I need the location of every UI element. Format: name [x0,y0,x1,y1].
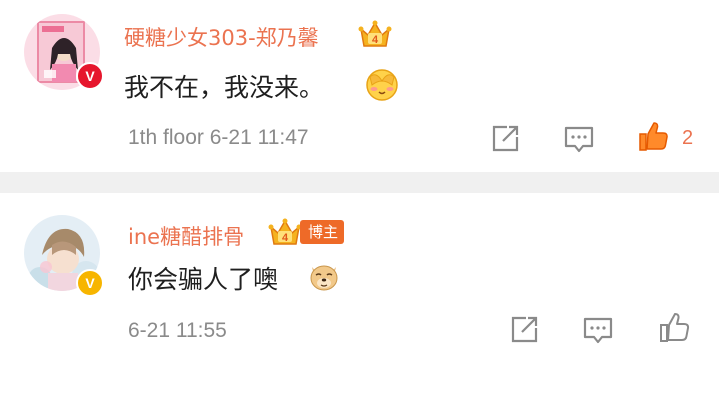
comment-item: V 硬糖少女303-郑乃馨 4 我不在，我没来。 1th floor 6-21 … [0,0,719,172]
doge-emoji-icon [310,265,338,291]
comment-text: 你会骗人了噢 [128,265,279,294]
comment-meta: 1th floor 6-21 11:47 [128,126,309,149]
repost-icon[interactable] [489,123,521,155]
like-count: 2 [682,127,694,149]
comment-text: 我不在，我没来。 [124,73,325,102]
like-icon[interactable] [658,312,690,344]
comment-separator [0,172,719,193]
username[interactable]: ine糖醋排骨 [128,221,244,251]
svg-text:4: 4 [372,34,379,46]
shy-emoji-icon [366,69,398,101]
repost-icon[interactable] [508,314,540,346]
like-icon[interactable] [637,121,669,153]
crown-badge-icon: 4 [358,20,392,47]
username[interactable]: 硬糖少女303-郑乃馨 [124,22,319,52]
blogger-tag: 博主 [300,220,345,244]
verified-badge-icon: V [76,269,104,297]
comment-meta: 6-21 11:55 [128,319,227,342]
verified-badge-icon: V [76,62,104,90]
comment-item: V ine糖醋排骨 4 博主 你会骗人了噢 6-21 11:55 [0,193,719,402]
crown-badge-icon: 4 [268,218,302,245]
reply-icon[interactable] [563,124,595,156]
svg-text:4: 4 [282,232,289,244]
reply-icon[interactable] [582,315,614,347]
